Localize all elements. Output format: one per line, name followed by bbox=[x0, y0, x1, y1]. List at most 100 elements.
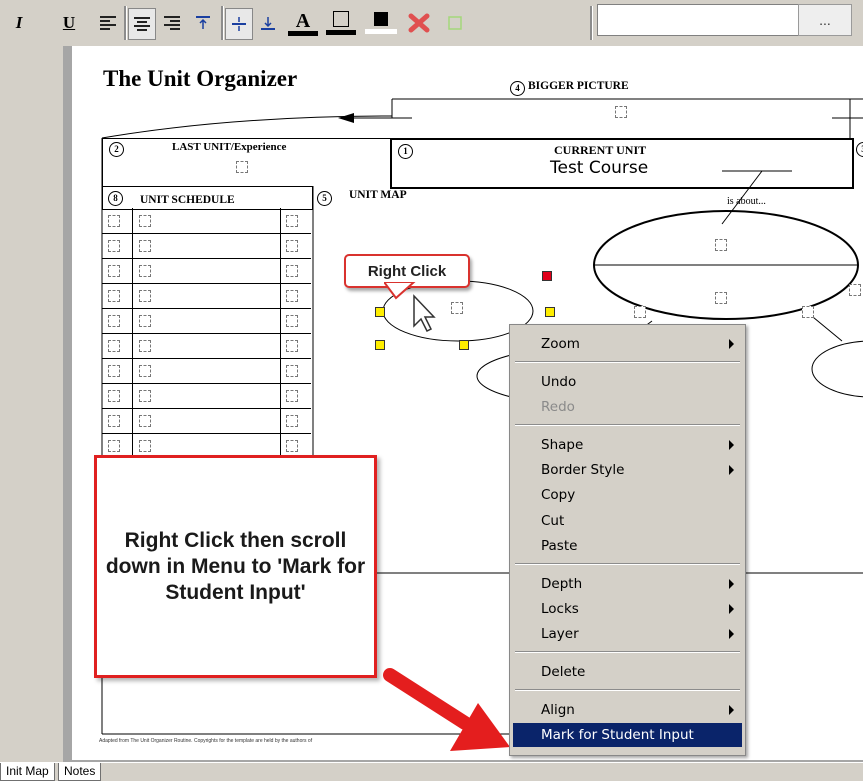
align-middle-button[interactable] bbox=[225, 8, 253, 40]
menu-item-locks[interactable]: Locks bbox=[513, 597, 742, 621]
schedule-divider bbox=[132, 308, 133, 333]
is-about-placeholder[interactable] bbox=[715, 292, 727, 304]
schedule-cell-placeholder[interactable] bbox=[139, 290, 151, 302]
menu-item-align[interactable]: Align bbox=[513, 698, 742, 722]
schedule-cell-placeholder[interactable] bbox=[108, 315, 120, 327]
line-color-swatch bbox=[326, 30, 356, 35]
menu-item-label: Align bbox=[541, 702, 575, 718]
schedule-cell-placeholder[interactable] bbox=[286, 290, 298, 302]
schedule-cell-placeholder[interactable] bbox=[108, 240, 120, 252]
schedule-cell-placeholder[interactable] bbox=[286, 415, 298, 427]
menu-item-border-style[interactable]: Border Style bbox=[513, 458, 742, 482]
menu-item-undo[interactable]: Undo bbox=[513, 370, 742, 394]
selection-handle[interactable] bbox=[545, 307, 555, 317]
toolbar-separator bbox=[590, 6, 593, 40]
no-fill-button[interactable] bbox=[440, 8, 470, 38]
menu-item-delete[interactable]: Delete bbox=[513, 660, 742, 684]
delete-button[interactable] bbox=[404, 8, 434, 38]
schedule-row bbox=[102, 408, 311, 434]
schedule-cell-placeholder[interactable] bbox=[286, 265, 298, 277]
menu-item-shape[interactable]: Shape bbox=[513, 433, 742, 457]
toolbar-text-field[interactable] bbox=[597, 4, 799, 36]
align-right-button[interactable] bbox=[160, 8, 184, 38]
menu-item-layer[interactable]: Layer bbox=[513, 622, 742, 646]
underline-button[interactable]: U bbox=[58, 8, 80, 38]
schedule-cell-placeholder[interactable] bbox=[286, 440, 298, 452]
font-color-swatch bbox=[288, 30, 318, 36]
schedule-row bbox=[102, 283, 311, 309]
schedule-cell-placeholder[interactable] bbox=[139, 215, 151, 227]
left-gutter bbox=[0, 46, 63, 762]
line-color-button[interactable] bbox=[324, 8, 358, 38]
rotate-handle[interactable] bbox=[542, 271, 552, 281]
schedule-cell-placeholder[interactable] bbox=[139, 390, 151, 402]
map-line-placeholder[interactable] bbox=[634, 306, 646, 318]
is-about-placeholder[interactable] bbox=[715, 239, 727, 251]
align-left-icon bbox=[100, 16, 116, 30]
align-center-button[interactable] bbox=[128, 8, 156, 40]
schedule-cell-placeholder[interactable] bbox=[139, 315, 151, 327]
font-color-button[interactable]: A bbox=[286, 8, 320, 38]
more-button[interactable]: ... bbox=[798, 4, 852, 36]
empty-square-icon bbox=[448, 16, 462, 30]
unit-map-number: 5 bbox=[317, 191, 332, 206]
schedule-cell-placeholder[interactable] bbox=[108, 440, 120, 452]
menu-item-label: Zoom bbox=[541, 336, 580, 352]
menu-item-copy[interactable]: Copy bbox=[513, 483, 742, 507]
schedule-cell-placeholder[interactable] bbox=[286, 390, 298, 402]
current-unit-value[interactable]: Test Course bbox=[550, 158, 648, 178]
tab-notes[interactable]: Notes bbox=[58, 763, 102, 781]
schedule-cell-placeholder[interactable] bbox=[108, 365, 120, 377]
menu-item-mark-for-student-input[interactable]: Mark for Student Input bbox=[513, 723, 742, 747]
schedule-cell-placeholder[interactable] bbox=[139, 415, 151, 427]
schedule-row bbox=[102, 258, 311, 284]
selection-handle[interactable] bbox=[375, 340, 385, 350]
selection-handle[interactable] bbox=[459, 340, 469, 350]
tab-unit-map[interactable]: Init Map bbox=[0, 763, 55, 781]
schedule-cell-placeholder[interactable] bbox=[286, 315, 298, 327]
last-unit-label: LAST UNIT/Experience bbox=[172, 141, 287, 153]
callout-pointer bbox=[384, 282, 436, 332]
menu-item-paste[interactable]: Paste bbox=[513, 534, 742, 558]
align-bottom-button[interactable] bbox=[256, 8, 280, 38]
italic-button[interactable]: I bbox=[8, 8, 30, 38]
schedule-row bbox=[102, 358, 311, 384]
last-unit-placeholder[interactable] bbox=[236, 161, 248, 173]
schedule-divider bbox=[132, 358, 133, 383]
menu-item-zoom[interactable]: Zoom bbox=[513, 332, 742, 356]
schedule-cell-placeholder[interactable] bbox=[108, 265, 120, 277]
schedule-cell-placeholder[interactable] bbox=[139, 265, 151, 277]
bigger-picture-placeholder[interactable] bbox=[615, 106, 627, 118]
menu-item-label: Redo bbox=[541, 399, 575, 415]
map-line-placeholder[interactable] bbox=[802, 306, 814, 318]
schedule-cell-placeholder[interactable] bbox=[139, 365, 151, 377]
menu-item-label: Shape bbox=[541, 437, 584, 453]
schedule-cell-placeholder[interactable] bbox=[139, 240, 151, 252]
menu-item-cut[interactable]: Cut bbox=[513, 509, 742, 533]
schedule-cell-placeholder[interactable] bbox=[286, 365, 298, 377]
submenu-arrow-icon bbox=[729, 465, 734, 475]
schedule-divider bbox=[280, 208, 281, 233]
align-top-button[interactable] bbox=[191, 8, 215, 38]
align-middle-icon bbox=[232, 17, 246, 31]
schedule-cell-placeholder[interactable] bbox=[108, 390, 120, 402]
schedule-cell-placeholder[interactable] bbox=[108, 290, 120, 302]
schedule-cell-placeholder[interactable] bbox=[286, 215, 298, 227]
submenu-arrow-icon bbox=[729, 339, 734, 349]
map-line-placeholder[interactable] bbox=[849, 284, 861, 296]
align-left-button[interactable] bbox=[96, 8, 120, 38]
align-bottom-icon bbox=[261, 17, 275, 30]
selected-shape-placeholder[interactable] bbox=[451, 302, 463, 314]
schedule-cell-placeholder[interactable] bbox=[286, 340, 298, 352]
schedule-cell-placeholder[interactable] bbox=[286, 240, 298, 252]
schedule-cell-placeholder[interactable] bbox=[139, 340, 151, 352]
schedule-cell-placeholder[interactable] bbox=[139, 440, 151, 452]
schedule-divider bbox=[132, 258, 133, 283]
schedule-cell-placeholder[interactable] bbox=[108, 340, 120, 352]
menu-item-depth[interactable]: Depth bbox=[513, 572, 742, 596]
menu-item-label: Layer bbox=[541, 626, 579, 642]
schedule-cell-placeholder[interactable] bbox=[108, 215, 120, 227]
toolbar-separator bbox=[221, 6, 224, 40]
fill-color-button[interactable] bbox=[364, 8, 398, 38]
schedule-cell-placeholder[interactable] bbox=[108, 415, 120, 427]
